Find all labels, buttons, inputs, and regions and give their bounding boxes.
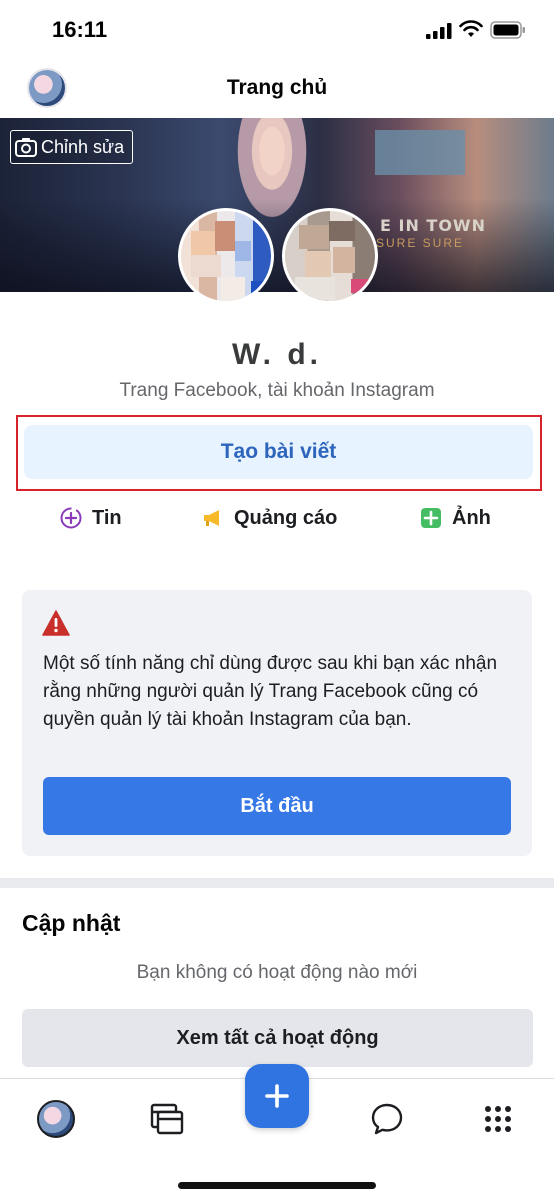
warning-text: Một số tính năng chỉ dùng được sau khi b… bbox=[43, 653, 498, 730]
cover-sign-sub: SURE SURE bbox=[376, 236, 465, 250]
see-all-activity-button[interactable]: Xem tất cả hoạt động bbox=[22, 1009, 533, 1067]
start-button[interactable]: Bắt đầu bbox=[43, 777, 511, 835]
warning-triangle-icon bbox=[42, 610, 70, 636]
battery-icon bbox=[490, 21, 525, 39]
create-post-button[interactable]: Tạo bài viết bbox=[24, 425, 533, 479]
section-divider bbox=[0, 878, 554, 888]
photo-plus-icon bbox=[421, 508, 441, 528]
megaphone-icon bbox=[204, 510, 219, 526]
create-button[interactable] bbox=[245, 1064, 309, 1128]
cover-photo[interactable]: E IN TOWN SURE SURE Chỉnh sửa bbox=[0, 118, 554, 292]
page-subtitle: Trang Facebook, tài khoản Instagram bbox=[119, 380, 435, 401]
tab-messages[interactable] bbox=[365, 1097, 409, 1141]
home-indicator[interactable] bbox=[178, 1182, 376, 1189]
instagram-profile-picture[interactable] bbox=[282, 208, 378, 304]
menu-grid-icon bbox=[485, 1106, 511, 1132]
edit-cover-label: Chỉnh sửa bbox=[41, 136, 125, 157]
create-plus-icon bbox=[265, 1084, 289, 1108]
tab-feed[interactable] bbox=[145, 1097, 189, 1141]
story-button[interactable]: Tin bbox=[60, 500, 122, 536]
page-title: Trang chủ bbox=[226, 76, 328, 99]
status-time: 16:11 bbox=[52, 17, 108, 42]
feed-icon bbox=[150, 1103, 184, 1135]
camera-icon bbox=[15, 138, 37, 157]
photo-button[interactable]: Ảnh bbox=[420, 500, 491, 536]
signal-icon bbox=[426, 23, 452, 39]
no-activity-text: Bạn không có hoạt động nào mới bbox=[136, 962, 418, 983]
facebook-profile-picture[interactable] bbox=[178, 208, 274, 304]
cover-stage bbox=[0, 198, 554, 292]
header: Trang chủ bbox=[0, 62, 554, 116]
story-label: Tin bbox=[92, 506, 122, 529]
story-plus-icon bbox=[60, 507, 82, 529]
updates-title: Cập nhật bbox=[22, 910, 121, 936]
cover-sign: E IN TOWN bbox=[380, 216, 486, 235]
ads-label: Quảng cáo bbox=[234, 506, 338, 529]
cover-screen bbox=[375, 130, 465, 175]
wifi-icon bbox=[459, 20, 483, 37]
profile-avatar bbox=[37, 1100, 75, 1138]
instagram-warning-card: Một số tính năng chỉ dùng được sau khi b… bbox=[22, 590, 532, 856]
edit-cover-button[interactable]: Chỉnh sửa bbox=[10, 130, 134, 164]
status-bar: 16:11 bbox=[0, 0, 554, 60]
messages-icon bbox=[371, 1103, 403, 1135]
photo-label: Ảnh bbox=[452, 506, 491, 529]
ads-button[interactable]: Quảng cáo bbox=[202, 500, 337, 536]
tab-menu[interactable] bbox=[476, 1097, 520, 1141]
page-name: W. d. bbox=[232, 338, 322, 371]
tab-profile[interactable] bbox=[34, 1097, 78, 1141]
